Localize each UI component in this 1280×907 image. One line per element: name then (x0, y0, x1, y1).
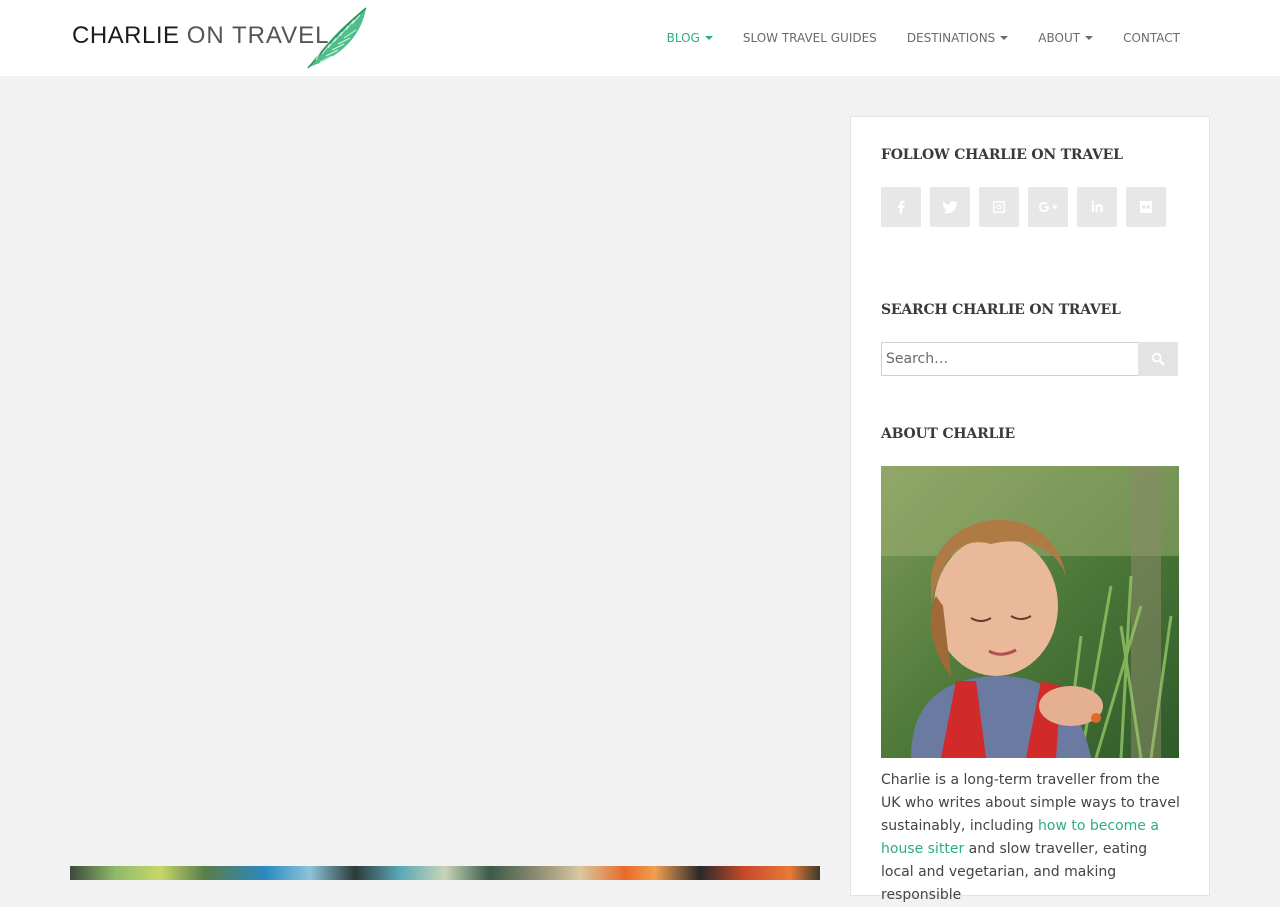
sidebar: FOLLOW CHARLIE ON TRAVEL SEARCH CHARLIE … (850, 116, 1210, 903)
featured-post-image[interactable] (70, 866, 820, 880)
main-nav: BLOG SLOW TRAVEL GUIDES DESTINATIONS ABO… (637, 0, 1180, 76)
site-logo[interactable]: CHARLIE ON TRAVEL (72, 6, 372, 72)
search-widget-title: SEARCH CHARLIE ON TRAVEL (881, 302, 1121, 318)
top-navbar: CHARLIE ON TRAVEL BLOG SLOW TRAVEL GUIDE… (0, 0, 1280, 76)
author-photo (881, 466, 1179, 758)
caret-down-icon (704, 36, 713, 40)
search-icon (1151, 352, 1165, 366)
google-plus-icon (1039, 201, 1057, 213)
twitter-icon (942, 200, 958, 214)
about-text: Charlie is a long-term traveller from th… (881, 772, 1180, 903)
instagram-icon (993, 201, 1005, 213)
google-plus-button[interactable] (1028, 187, 1068, 227)
flickr-button[interactable] (1126, 187, 1166, 227)
social-links (881, 187, 1175, 227)
nav-contact[interactable]: CONTACT (1123, 31, 1180, 45)
follow-widget-title: FOLLOW CHARLIE ON TRAVEL (881, 147, 1123, 163)
search-button[interactable] (1138, 342, 1178, 376)
logo-word-charlie: CHARLIE (72, 22, 180, 49)
about-widget-title: ABOUT CHARLIE (881, 426, 1015, 442)
twitter-button[interactable] (930, 187, 970, 227)
facebook-button[interactable] (881, 187, 921, 227)
nav-slow-travel-guides[interactable]: SLOW TRAVEL GUIDES (743, 31, 877, 45)
instagram-button[interactable] (979, 187, 1019, 227)
caret-down-icon (1000, 36, 1009, 40)
facebook-icon (897, 200, 905, 214)
nav-about[interactable]: ABOUT (1038, 31, 1094, 45)
leaf-icon (307, 7, 367, 69)
linkedin-icon (1091, 201, 1103, 213)
linkedin-button[interactable] (1077, 187, 1117, 227)
nav-destinations[interactable]: DESTINATIONS (907, 31, 1009, 45)
flickr-icon (1140, 201, 1152, 213)
search-input[interactable] (881, 342, 1139, 376)
nav-blog[interactable]: BLOG (667, 31, 713, 45)
caret-down-icon (1085, 36, 1094, 40)
